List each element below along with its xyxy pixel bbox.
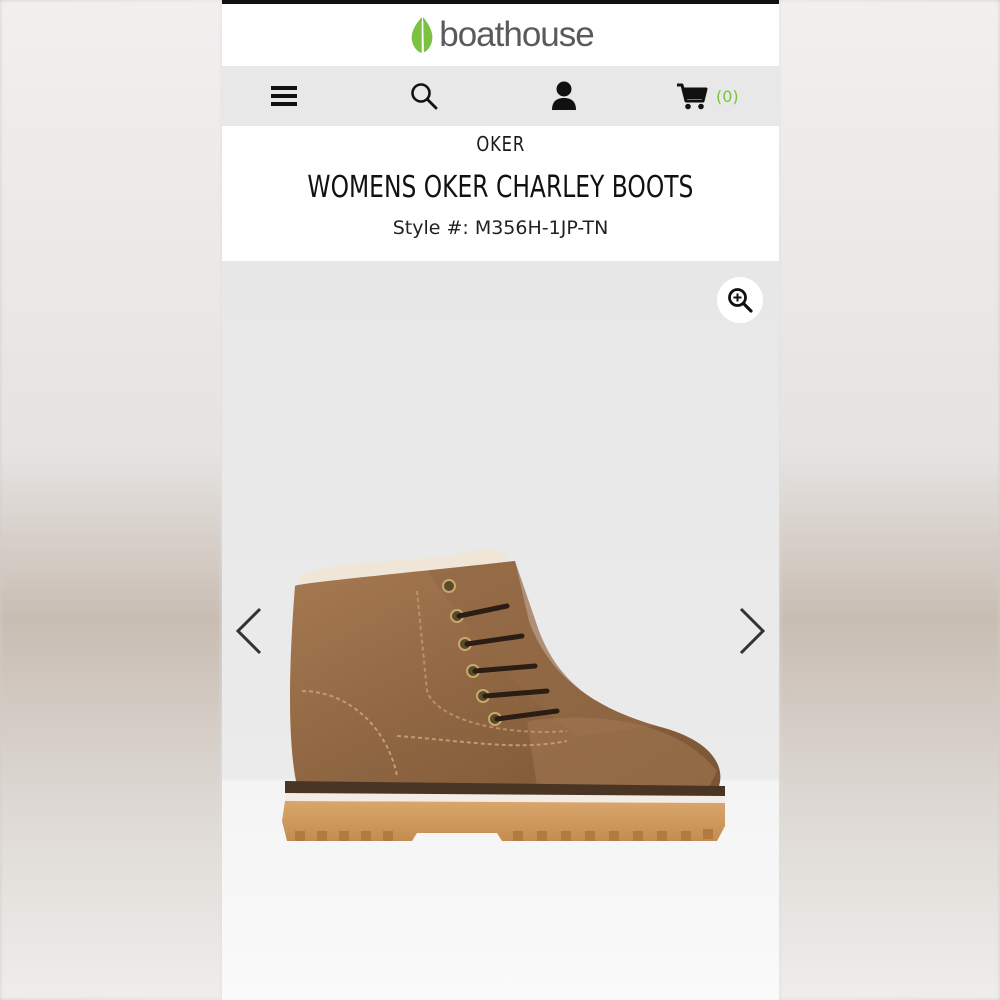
cart-count: (0) <box>716 86 739 106</box>
zoom-in-icon <box>728 288 753 313</box>
product-header: OKER WOMENS OKER CHARLEY BOOTS Style #: … <box>222 126 779 261</box>
search-icon <box>411 83 438 110</box>
header: boathouse <box>222 4 779 66</box>
nav-bar: (0) <box>222 66 779 126</box>
backdrop-right <box>779 0 1000 1000</box>
zoom-button[interactable] <box>717 277 763 323</box>
previous-image-button[interactable] <box>234 606 264 656</box>
hamburger-icon <box>271 86 297 106</box>
boot-product-image <box>282 549 725 841</box>
backdrop-left <box>0 0 222 1000</box>
mobile-page: boathouse (0) OKER WOMENS OKER CHARLEY B… <box>222 0 779 1000</box>
site-logo[interactable]: boathouse <box>407 15 595 55</box>
logo-text: boathouse <box>439 15 594 54</box>
product-title: WOMENS OKER CHARLEY BOOTS <box>307 170 694 205</box>
account-button[interactable] <box>546 66 582 126</box>
search-button[interactable] <box>406 66 442 126</box>
product-image-gallery <box>222 261 779 1000</box>
shopping-cart-icon <box>677 83 708 110</box>
menu-button[interactable] <box>266 66 302 126</box>
leaf-icon <box>411 17 433 53</box>
user-icon <box>552 81 576 110</box>
next-image-button[interactable] <box>737 606 767 656</box>
cart-button[interactable]: (0) <box>676 66 756 126</box>
chevron-right-icon <box>739 607 766 655</box>
product-brand[interactable]: OKER <box>476 132 525 156</box>
chevron-left-icon <box>235 607 262 655</box>
product-style-number: Style #: M356H-1JP-TN <box>392 217 609 239</box>
